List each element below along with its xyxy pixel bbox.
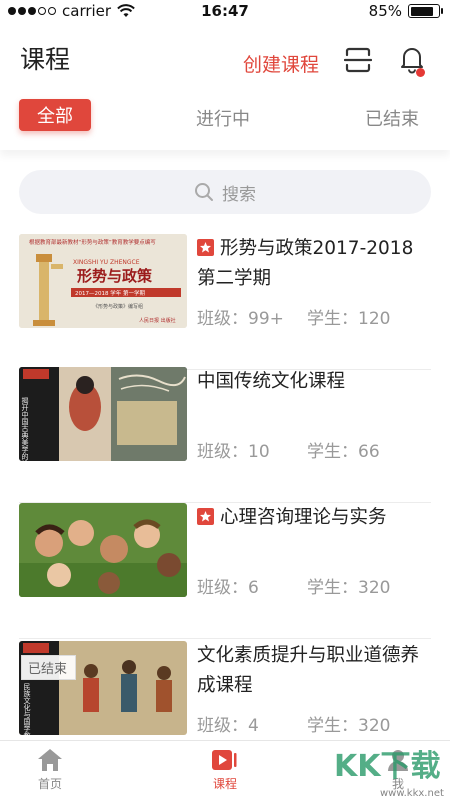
star-icon — [197, 508, 214, 525]
course-title: 中国传统文化课程 — [197, 371, 346, 392]
course-item[interactable]: 揭开中国古典美学的帷幕 中国传统文化课程 班级：10 学生：66 — [19, 367, 431, 503]
course-thumbnail: 揭开中国古典美学的帷幕 — [19, 367, 187, 461]
course-thumbnail — [19, 503, 187, 597]
battery-icon — [408, 4, 443, 18]
book-top-line: 根据教育部最新教材“形势与政策”教育教学要点编写 — [29, 238, 156, 246]
book-banner: 2017—2018 学年 第一学期 — [75, 289, 145, 297]
notification-badge — [416, 68, 425, 77]
course-item[interactable]: 根据教育部最新教材“形势与政策”教育教学要点编写 XINGSHI YU ZHEN… — [19, 234, 431, 370]
nav-course-label: 课程 — [212, 777, 237, 791]
home-icon — [38, 749, 62, 771]
watermark-logo: KK下载 www.kkx.net — [334, 749, 444, 799]
tab-all[interactable]: 全部 — [19, 99, 91, 131]
create-course-button[interactable]: 创建课程 — [243, 50, 319, 77]
class-count: 班级：6 — [197, 578, 259, 598]
student-count: 学生：66 — [307, 442, 380, 462]
battery-percent: 85% — [368, 2, 402, 20]
book-publisher: 人民日报 出版社 — [139, 317, 176, 324]
course-title: 文化素质提升与职业道德养成课程 — [197, 645, 420, 696]
book-text: 民族文化与国学教育 — [23, 683, 31, 735]
watermark-text: KK下载 — [334, 749, 441, 784]
watermark-url: www.kkx.net — [380, 788, 444, 799]
star-icon — [197, 239, 214, 256]
nav-course[interactable]: 课程 — [195, 747, 255, 792]
nav-home[interactable]: 首页 — [20, 747, 80, 792]
battery-fill — [410, 6, 434, 16]
student-count: 学生：120 — [307, 309, 391, 329]
scan-icon[interactable] — [344, 46, 372, 74]
book-title: 形势与政策 — [77, 267, 153, 285]
student-count: 学生：320 — [307, 716, 391, 736]
nav-home-label: 首页 — [37, 777, 62, 791]
filter-tabs: 全部 进行中 已结束 — [0, 90, 450, 150]
status-right: 85% — [368, 2, 443, 20]
course-title: 心理咨询理论与实务 — [220, 507, 387, 528]
course-title-wrap: 心理咨询理论与实务 — [197, 503, 431, 533]
class-count: 班级：99+ — [197, 309, 284, 329]
header: 课程 创建课程 — [0, 24, 450, 90]
search-icon — [195, 183, 213, 201]
tab-in-progress[interactable]: 进行中 — [196, 105, 250, 131]
course-icon — [212, 750, 237, 770]
ended-badge: 已结束 — [21, 655, 77, 680]
search-bar[interactable]: 搜索 — [19, 170, 431, 214]
book-pinyin: XINGSHI YU ZHENGCE — [73, 259, 140, 266]
student-count: 学生：320 — [307, 578, 391, 598]
tab-ended[interactable]: 已结束 — [365, 105, 419, 131]
class-count: 班级：4 — [197, 716, 259, 736]
course-title-wrap: 形势与政策2017-2018第二学期 — [197, 234, 431, 294]
page-title: 课程 — [20, 45, 71, 74]
course-title: 形势与政策2017-2018第二学期 — [197, 238, 414, 289]
status-bar: carrier 16:47 85% — [0, 0, 450, 24]
search-placeholder: 搜索 — [222, 184, 256, 205]
course-thumbnail: 根据教育部最新教材“形势与政策”教育教学要点编写 XINGSHI YU ZHEN… — [19, 234, 187, 328]
course-item[interactable]: 心理咨询理论与实务 班级：6 学生：320 — [19, 503, 431, 639]
book-editor: 《形势与政策》编写组 — [93, 303, 143, 310]
book-text: 揭开中国古典美学的帷幕 — [21, 396, 29, 461]
class-count: 班级：10 — [197, 442, 270, 462]
